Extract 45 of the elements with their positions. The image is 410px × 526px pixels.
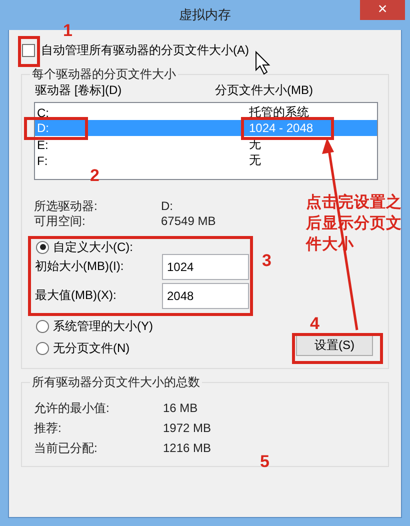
group-title: 每个驱动器的分页文件大小 <box>30 66 178 83</box>
checkbox-label: 自动管理所有驱动器的分页文件大小(A) <box>41 42 249 58</box>
page-file-size: 1024 - 2048 <box>249 121 314 135</box>
field-label: 初始大小(MB)(I): <box>35 258 125 275</box>
page-file-size: 无 <box>249 152 261 169</box>
radio-button[interactable] <box>36 240 49 254</box>
drive-letter: F: <box>37 154 48 168</box>
highlight-frame <box>24 117 88 140</box>
total-value: 1972 MB <box>163 421 212 436</box>
info-value: D: <box>161 199 173 214</box>
step-number: 5 <box>260 453 270 470</box>
window-title: 虚拟内存 <box>179 6 231 24</box>
drive-letter: D: <box>37 121 49 135</box>
highlight-frame <box>18 36 40 67</box>
info-label: 所选驱动器: <box>34 199 98 214</box>
total-label: 当前已分配: <box>34 441 98 456</box>
set-button[interactable]: 设置(S) <box>296 335 373 356</box>
total-value: 16 MB <box>163 401 198 416</box>
total-label: 推荐: <box>34 421 62 436</box>
radio-label: 系统管理的大小(Y) <box>53 318 153 334</box>
column-header: 分页文件大小(MB) <box>215 82 313 99</box>
close-button[interactable]: × <box>360 0 405 20</box>
page-file-size: 托管的系统 <box>249 104 309 121</box>
drive-row[interactable]: F: 无 <box>35 152 377 168</box>
total-value: 1216 MB <box>163 441 212 456</box>
drive-row[interactable]: C: 托管的系统 <box>35 104 377 120</box>
drive-letter: E: <box>37 138 48 152</box>
field-label: 最大值(MB)(X): <box>35 287 118 304</box>
radio-button[interactable] <box>36 320 49 332</box>
column-header: 驱动器 [卷标](D) <box>35 82 122 99</box>
step-number: 1 <box>63 22 72 39</box>
total-label: 允许的最小值: <box>34 401 110 416</box>
group-title: 所有驱动器分页文件大小的总数 <box>30 374 202 391</box>
info-value: 67549 MB <box>161 214 216 229</box>
step-number: 4 <box>310 315 320 332</box>
input-field[interactable]: 2048 <box>162 282 249 308</box>
radio-label: 无分页文件(N) <box>53 340 130 356</box>
cursor-icon <box>256 50 270 75</box>
radio-button[interactable] <box>36 342 49 354</box>
checkbox[interactable] <box>22 44 35 56</box>
info-label: 可用空间: <box>34 214 86 229</box>
drive-letter: C: <box>37 106 49 120</box>
radio-label: 自定义大小(C): <box>53 238 133 256</box>
step-number: 3 <box>262 252 272 269</box>
input-field[interactable]: 1024 <box>162 254 249 280</box>
